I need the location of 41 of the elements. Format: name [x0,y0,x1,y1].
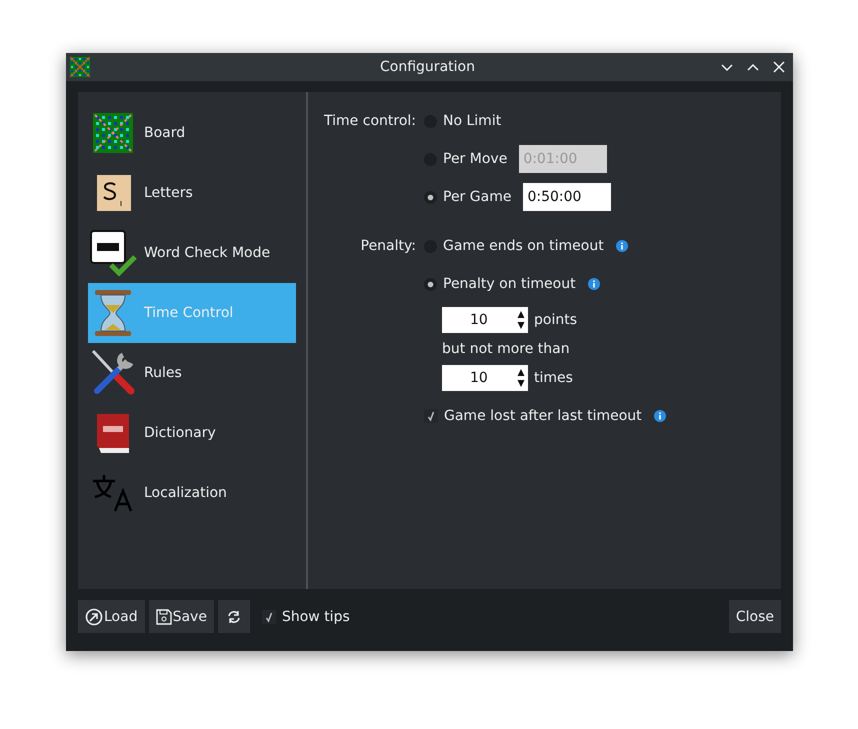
option-label[interactable]: Per Game [443,189,512,205]
option-label[interactable]: Game ends on timeout [443,238,604,254]
field-label: Penalty: [360,237,416,256]
info-icon[interactable] [616,240,628,252]
checkbox[interactable] [262,610,276,624]
load-icon [85,608,103,626]
spin-arrows-icon[interactable] [517,368,525,388]
radio-button[interactable] [424,190,437,204]
field-label: Time control: [323,112,416,131]
number-spinbox[interactable]: 10 [442,365,528,391]
checked-document-icon [88,229,138,277]
number-spinbox[interactable]: 10 [442,307,528,333]
sidebar-item[interactable]: Letters [88,163,296,223]
sidebar-item[interactable]: Localization [88,463,296,523]
checkbox-label[interactable]: Show tips [282,608,350,624]
save-button[interactable]: Save [148,600,214,633]
sidebar-item[interactable]: Dictionary [88,403,296,463]
radio-button[interactable] [424,278,437,290]
option-label[interactable]: Game lost after last timeout [444,408,642,424]
load-button[interactable]: Load [78,600,145,633]
save-icon [156,608,172,624]
maximize-icon[interactable] [747,61,759,73]
sidebar-item[interactable]: Word Check Mode [88,223,296,283]
sidebar-item[interactable]: Rules [88,343,296,403]
time-field[interactable]: 0:50:00 [523,183,612,211]
option-label[interactable]: Penalty on timeout [443,276,576,292]
board-icon [70,57,90,77]
window-title: Configuration [380,59,475,75]
unit-label: points [534,312,577,328]
limit-label: but not more than [442,340,571,359]
close-icon[interactable] [773,61,785,73]
sidebar-item[interactable]: Board [88,103,296,163]
close-button[interactable]: Close [728,600,781,633]
unit-label: times [534,370,573,386]
info-icon[interactable] [654,410,666,422]
info-icon[interactable] [588,278,600,290]
option-label[interactable]: No Limit [443,113,502,129]
refresh-button[interactable] [218,600,250,633]
refresh-icon [226,610,241,624]
spin-arrows-icon[interactable] [517,310,525,330]
checkbox[interactable] [424,409,438,423]
